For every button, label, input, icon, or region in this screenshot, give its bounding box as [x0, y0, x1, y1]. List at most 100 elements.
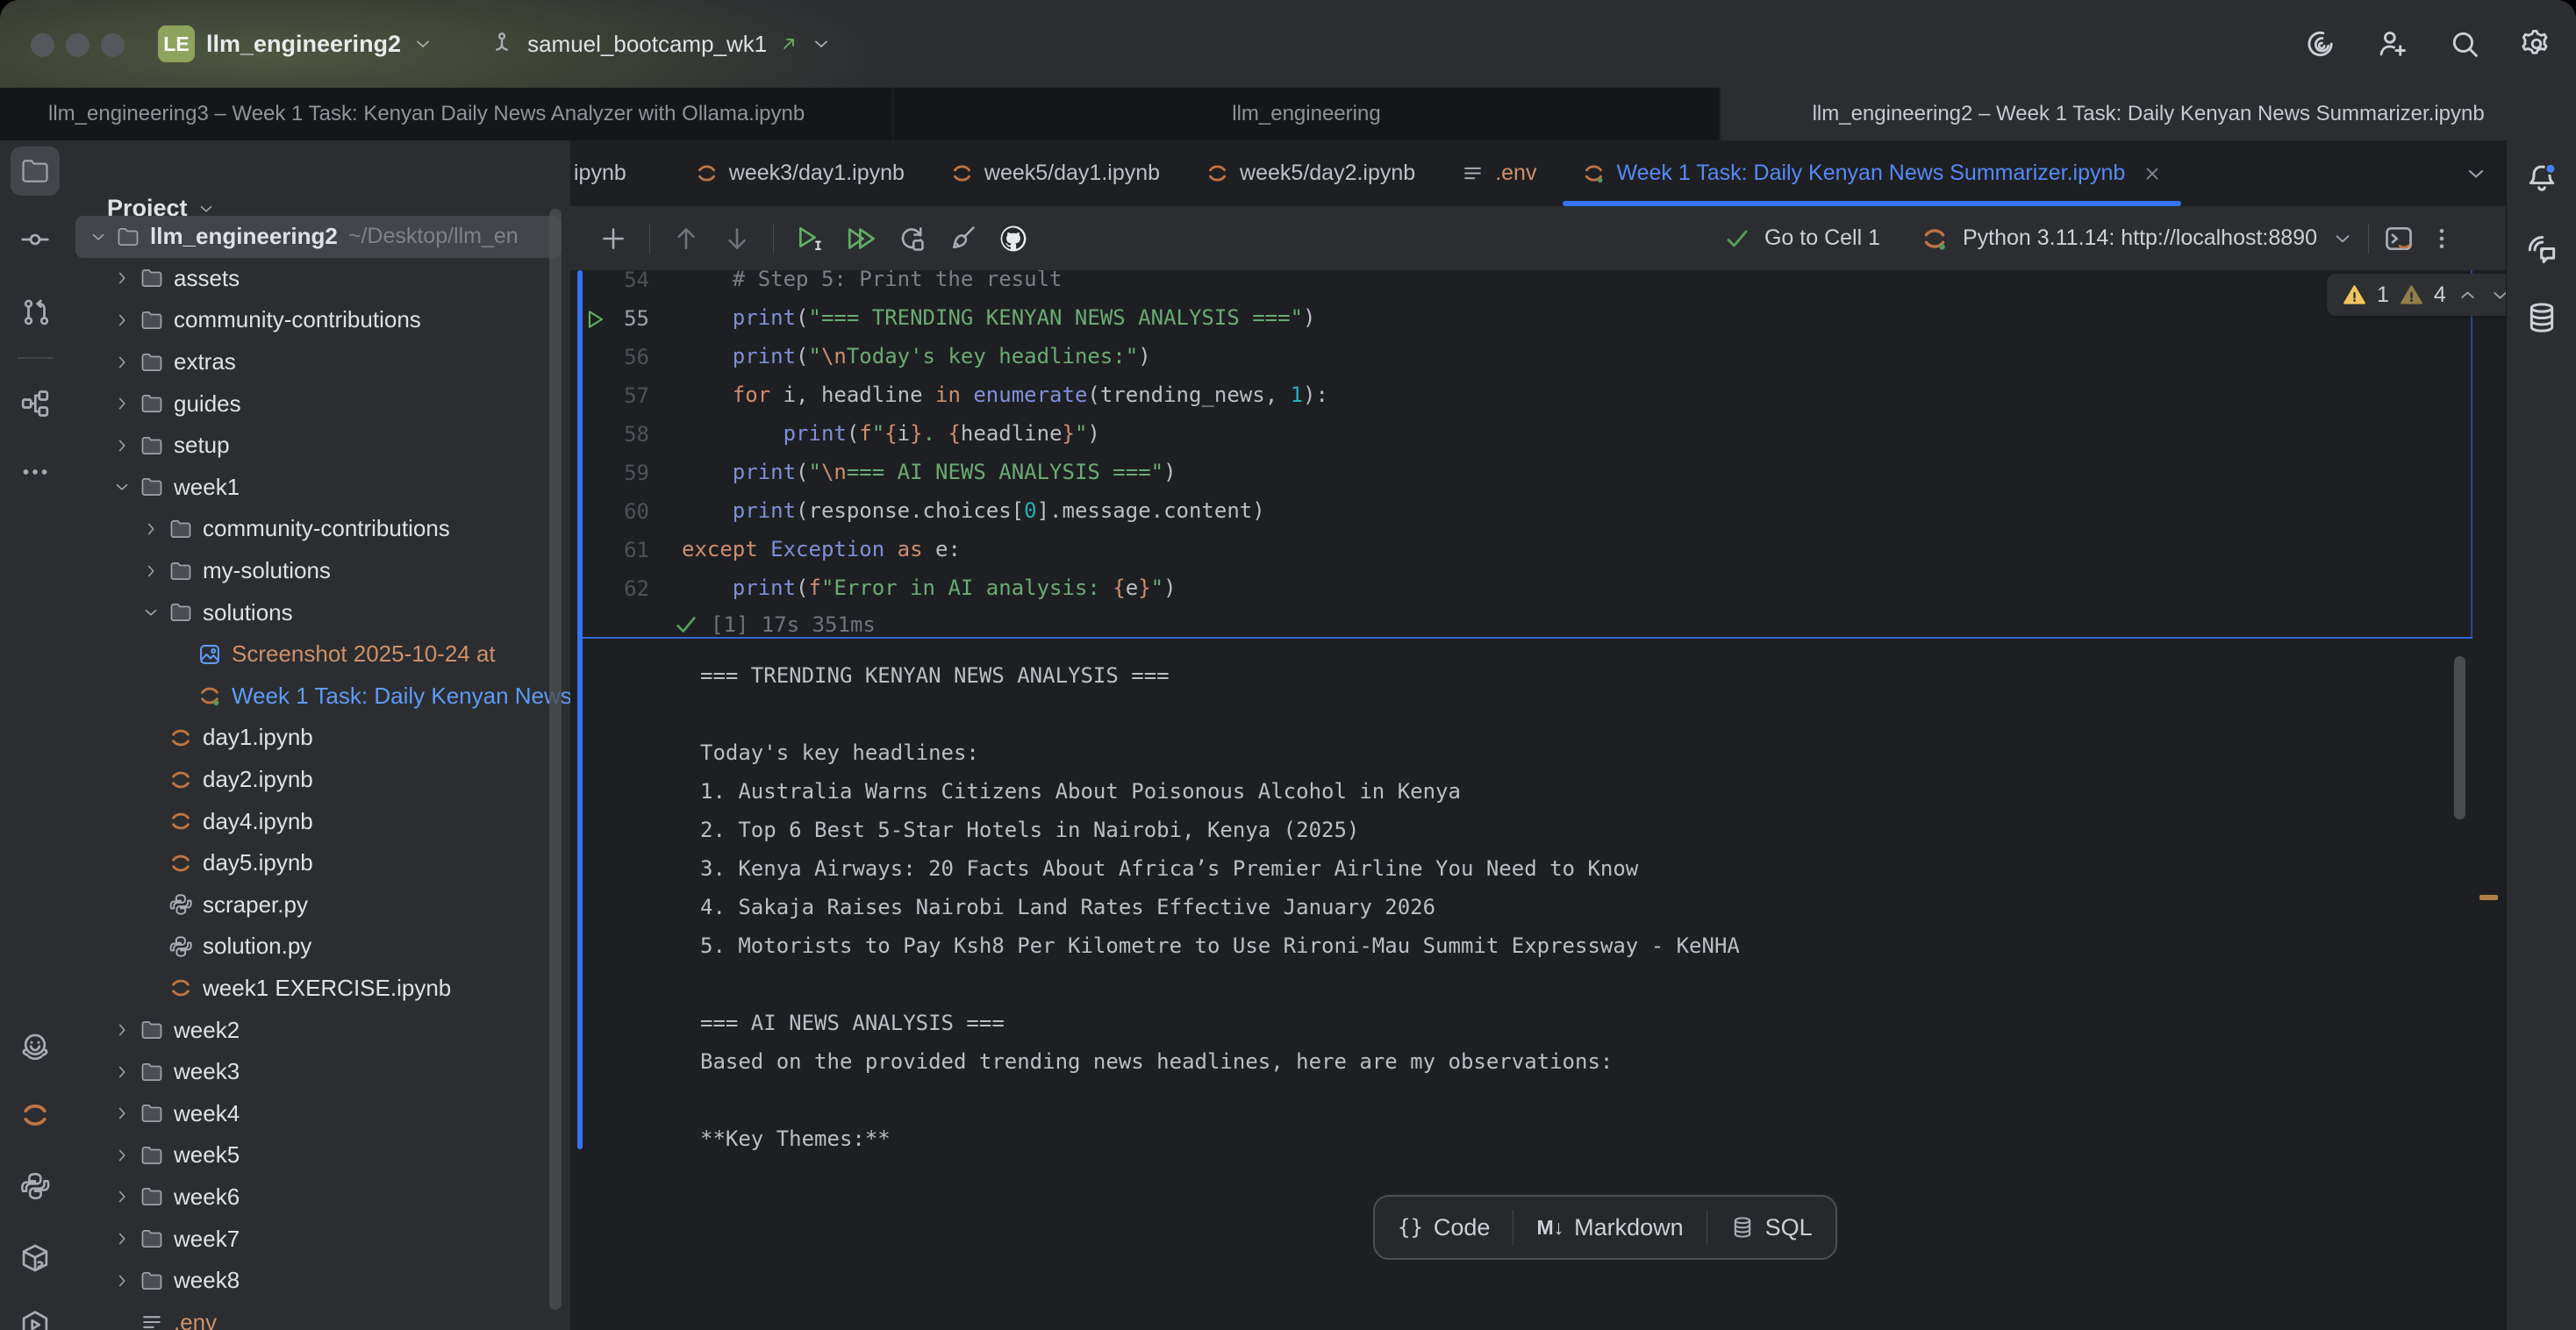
cell-type-code-button[interactable]: {}Code	[1398, 1214, 1490, 1241]
tree-item-assets[interactable]: assets	[70, 258, 570, 300]
chevron-right-icon[interactable]	[112, 1271, 139, 1291]
chevron-right-icon[interactable]	[112, 1062, 139, 1082]
branch-selector[interactable]: samuel_bootcamp_wk1	[527, 31, 767, 58]
chevron-right-icon[interactable]	[112, 394, 139, 413]
tree-item-solution-py[interactable]: solution.py	[70, 926, 570, 968]
code-line[interactable]: 61except Exception as e:	[570, 532, 2465, 570]
editor-tab[interactable]: week5/day2.ipynb	[1183, 140, 1438, 206]
activity-bar-item-version-control[interactable]	[11, 288, 60, 337]
output-scrollbar[interactable]	[2454, 656, 2465, 819]
tree-item--env[interactable]: .env	[70, 1301, 570, 1330]
tree-item-scraper-py[interactable]: scraper.py	[70, 884, 570, 926]
ai-swirl-icon[interactable]	[2304, 27, 2337, 61]
tree-item-day4-ipynb[interactable]: day4.ipynb	[70, 800, 570, 842]
window-tab[interactable]: llm_engineering3 – Week 1 Task: Kenyan D…	[0, 88, 894, 140]
editor-tab[interactable]: week5/day1.ipynb	[927, 140, 1183, 206]
chevron-down-icon[interactable]	[141, 603, 168, 622]
run-all-icon[interactable]	[846, 224, 876, 254]
sidebar-item-notifications[interactable]	[2524, 161, 2559, 197]
tree-item-week-1-task-daily-kenyan-news-summarizer-ipynb[interactable]: Week 1 Task: Daily Kenyan News Summarize…	[70, 676, 570, 718]
tree-item-extras[interactable]: extras	[70, 341, 570, 383]
cell-type-markdown-button[interactable]: M↓Markdown	[1536, 1214, 1683, 1241]
activity-bar-item-structure[interactable]	[11, 379, 60, 428]
window-tab[interactable]: llm_engineering	[894, 88, 1721, 140]
chevron-down-icon[interactable]	[811, 33, 832, 54]
activity-bar-item-more[interactable]	[11, 447, 60, 497]
tree-item-community-contributions[interactable]: community-contributions	[70, 299, 570, 341]
arrow-up-icon[interactable]	[671, 224, 701, 254]
editor-tab-partial[interactable]: ipynb	[574, 161, 626, 186]
code-line[interactable]: 59 print("\n=== AI NEWS ANALYSIS ===")	[570, 454, 2465, 493]
cell-type-sql-button[interactable]: SQL	[1730, 1214, 1813, 1241]
tree-item-week4[interactable]: week4	[70, 1092, 570, 1134]
chevron-right-icon[interactable]	[141, 561, 168, 581]
project-badge[interactable]: LE	[158, 25, 195, 62]
kebab-menu-icon[interactable]	[2429, 225, 2455, 252]
tree-item-week1-exercise-ipynb[interactable]: week1 EXERCISE.ipynb	[70, 968, 570, 1010]
tree-item-guides[interactable]: guides	[70, 383, 570, 425]
activity-bar-item-project[interactable]	[11, 147, 60, 196]
code-line[interactable]: 54 # Step 5: Print the result	[570, 270, 2465, 300]
editor-tab[interactable]: Week 1 Task: Daily Kenyan News Summarize…	[1559, 140, 2185, 206]
go-to-cell-button[interactable]: Go to Cell 1	[1764, 225, 1880, 251]
interpreter-selector[interactable]: Python 3.11.14: http://localhost:8890	[1963, 225, 2317, 251]
tree-item-solutions[interactable]: solutions	[70, 591, 570, 633]
tree-item-day5-ipynb[interactable]: day5.ipynb	[70, 842, 570, 884]
tree-item-week1[interactable]: week1	[70, 467, 570, 509]
tree-item-day1-ipynb[interactable]: day1.ipynb	[70, 717, 570, 759]
add-user-icon[interactable]	[2376, 27, 2409, 61]
push-arrow-icon[interactable]	[778, 33, 799, 54]
tree-item-community-contributions[interactable]: community-contributions	[70, 508, 570, 550]
code-line[interactable]: 57 for i, headline in enumerate(trending…	[570, 377, 2465, 416]
settings-icon[interactable]	[2520, 27, 2553, 61]
tab-list-chevron-icon[interactable]	[2464, 161, 2488, 186]
editor-tab[interactable]: .env	[1438, 140, 1559, 206]
restart-kernel-icon[interactable]	[897, 224, 927, 254]
tree-item-my-solutions[interactable]: my-solutions	[70, 550, 570, 592]
tree-item-day2-ipynb[interactable]: day2.ipynb	[70, 759, 570, 801]
tree-item-setup[interactable]: setup	[70, 425, 570, 467]
activity-bar-item-services[interactable]	[11, 1300, 60, 1330]
sidebar-item-database[interactable]	[2524, 300, 2559, 335]
chevron-up-icon[interactable]	[2457, 284, 2479, 306]
chevron-right-icon[interactable]	[112, 1187, 139, 1206]
chevron-right-icon[interactable]	[112, 436, 139, 455]
chevron-down-icon[interactable]	[2489, 284, 2506, 306]
code-line[interactable]: 56 print("\nToday's key headlines:")	[570, 339, 2465, 377]
run-cell-icon[interactable]	[795, 224, 825, 254]
tree-item-week7[interactable]: week7	[70, 1218, 570, 1260]
window-tab[interactable]: llm_engineering2 – Week 1 Task: Daily Ke…	[1721, 88, 2576, 140]
chevron-right-icon[interactable]	[112, 1020, 139, 1040]
activity-bar-item-jupyter[interactable]	[11, 1090, 60, 1140]
window-minimize-button[interactable]	[66, 33, 89, 57]
clear-outputs-icon[interactable]	[948, 224, 977, 254]
code-line[interactable]: 62 print(f"Error in AI analysis: {e}")	[570, 570, 2465, 609]
tree-item-llm-engineering2[interactable]: llm_engineering2~/Desktop/llm_en	[75, 216, 562, 258]
window-close-button[interactable]	[31, 33, 54, 57]
window-zoom-button[interactable]	[101, 33, 125, 57]
inspections-widget[interactable]: 1 4	[2327, 274, 2506, 316]
code-line[interactable]: 55 print("=== TRENDING KENYAN NEWS ANALY…	[570, 300, 2465, 339]
chevron-right-icon[interactable]	[112, 1104, 139, 1123]
chevron-right-icon[interactable]	[112, 1146, 139, 1165]
chevron-down-icon[interactable]	[112, 477, 139, 497]
code-line[interactable]: 58 print(f"{i}. {headline}")	[570, 416, 2465, 454]
tree-item-week3[interactable]: week3	[70, 1051, 570, 1093]
tree-item-week8[interactable]: week8	[70, 1260, 570, 1302]
tree-item-week2[interactable]: week2	[70, 1009, 570, 1051]
add-cell-icon[interactable]	[598, 224, 628, 254]
code-line[interactable]: 60 print(response.choices[0].message.con…	[570, 493, 2465, 532]
chevron-down-icon[interactable]	[89, 227, 115, 247]
chevron-right-icon[interactable]	[112, 311, 139, 330]
editor-tab[interactable]: week3/day1.ipynb	[672, 140, 927, 206]
tree-item-week6[interactable]: week6	[70, 1176, 570, 1219]
activity-bar-item-commit[interactable]	[11, 215, 60, 264]
chevron-down-icon[interactable]	[2331, 227, 2354, 250]
arrow-down-icon[interactable]	[722, 224, 752, 254]
close-icon[interactable]	[2143, 164, 2162, 183]
search-icon[interactable]	[2448, 27, 2481, 61]
sidebar-item-ai-assistant[interactable]	[2524, 232, 2559, 267]
project-selector[interactable]: llm_engineering2	[206, 31, 401, 58]
activity-bar-item-python-console[interactable]	[11, 1162, 60, 1211]
github-icon[interactable]	[998, 224, 1028, 254]
